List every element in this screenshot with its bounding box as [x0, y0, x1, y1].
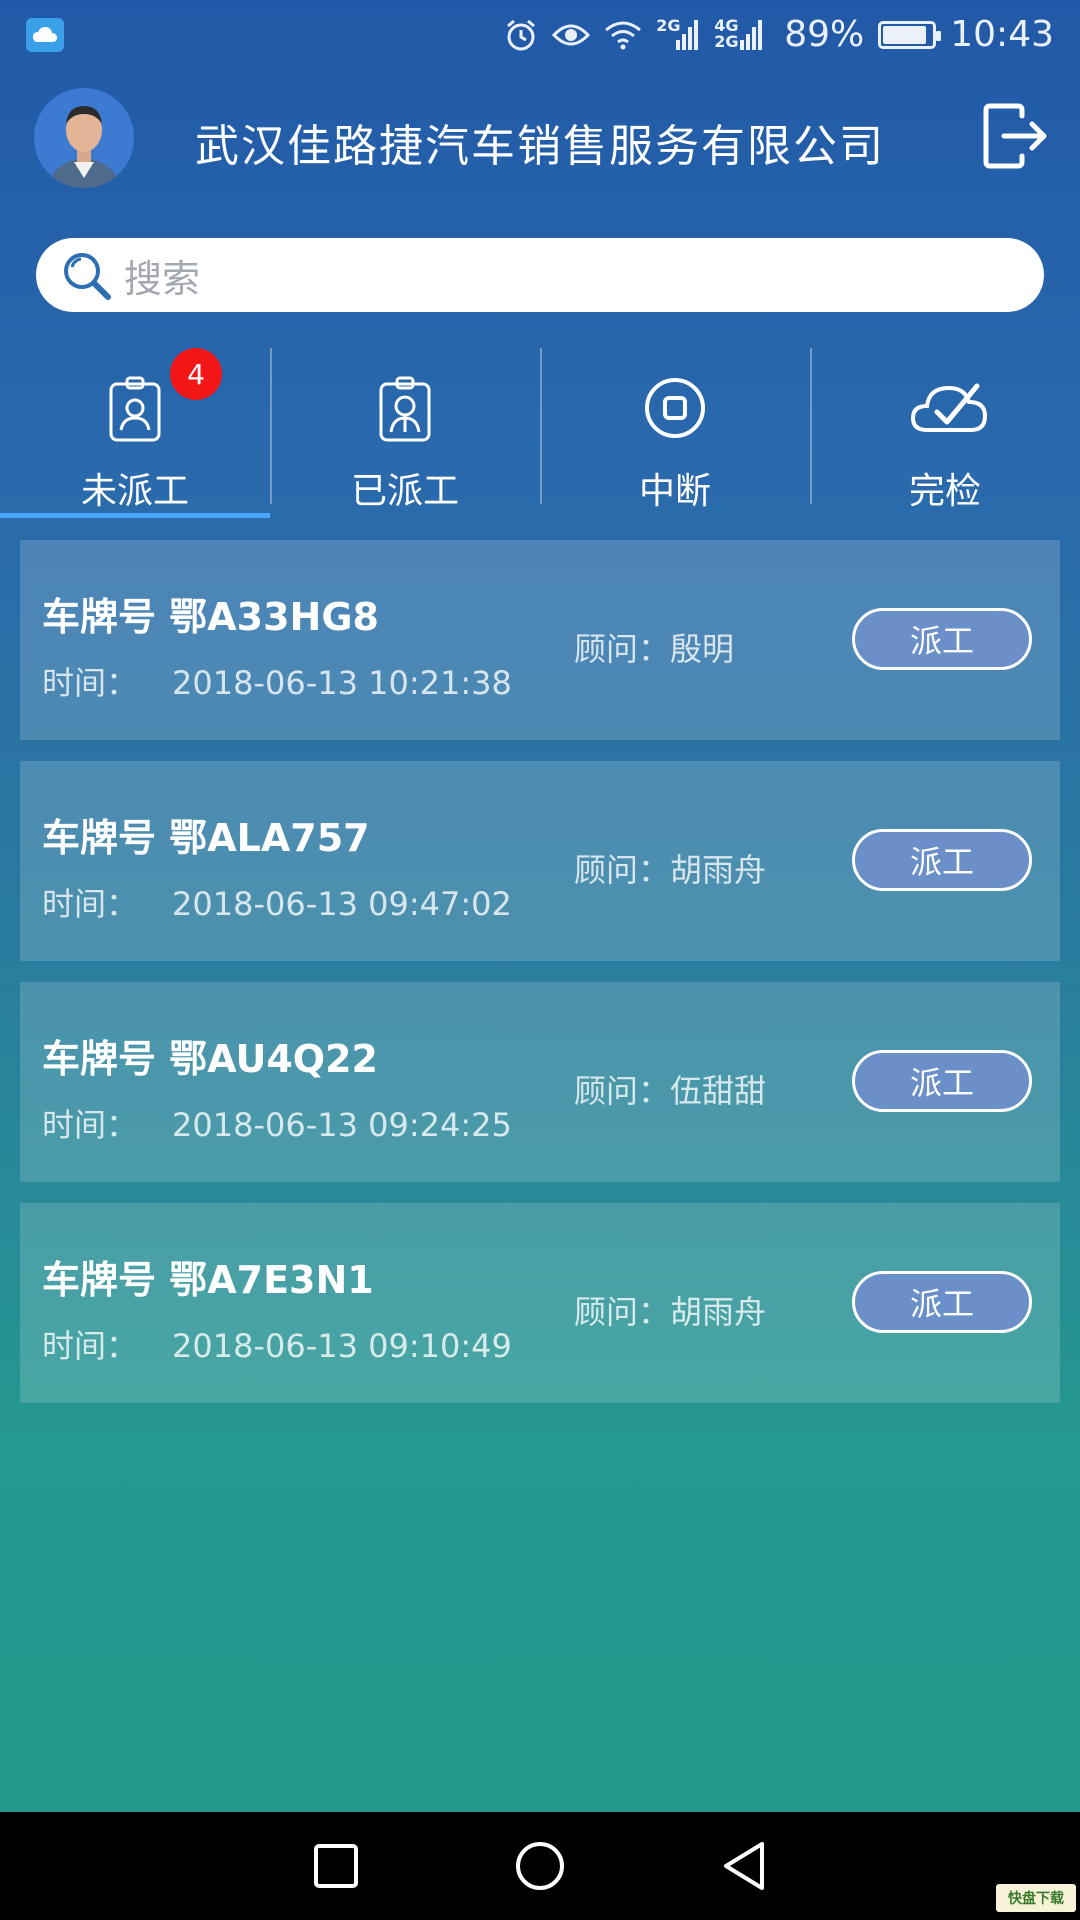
list-item[interactable]: 车牌号 鄂A33HG8 时间： 2018-06-13 10:21:38 顾问：殷明…: [20, 540, 1060, 740]
search-placeholder: 搜索: [124, 256, 201, 301]
logout-icon[interactable]: [982, 102, 1050, 170]
watermark: 快盘下载: [996, 1884, 1076, 1912]
order-list: 车牌号 鄂A33HG8 时间： 2018-06-13 10:21:38 顾问：殷明…: [20, 540, 1060, 1424]
id-badge-icon: [99, 372, 171, 444]
app-header: 武汉佳路捷汽车销售服务有限公司: [0, 82, 1080, 192]
plate-number: 车牌号 鄂AU4Q22: [42, 1037, 378, 1081]
search-input[interactable]: 搜索: [36, 238, 1044, 312]
dispatch-button[interactable]: 派工: [852, 829, 1032, 891]
advisor: 顾问：伍甜甜: [574, 1072, 767, 1110]
plate-number: 车牌号 鄂ALA757: [42, 816, 370, 860]
order-time: 时间： 2018-06-13 09:47:02: [42, 885, 512, 923]
search-icon: [60, 249, 112, 301]
network-type: 2G: [656, 15, 681, 35]
order-time: 时间： 2018-06-13 10:21:38: [42, 664, 512, 702]
dispatch-button[interactable]: 派工: [852, 608, 1032, 670]
navigation-bar: 快盘下载: [0, 1812, 1080, 1920]
advisor: 顾问：胡雨舟: [574, 1293, 767, 1331]
tab-dispatched[interactable]: 已派工: [270, 348, 540, 518]
status-tabs: 4 未派工 已派工 中断 完检: [0, 348, 1080, 518]
order-time: 时间： 2018-06-13 09:24:25: [42, 1106, 512, 1144]
status-bar: 2G 4G 2G 89% 10:43: [0, 0, 1080, 74]
tab-interrupted[interactable]: 中断: [540, 348, 810, 518]
dispatch-button[interactable]: 派工: [852, 1271, 1032, 1333]
tab-label: 已派工: [350, 471, 459, 512]
cloud-check-icon: [909, 372, 988, 444]
list-item[interactable]: 车牌号 鄂AU4Q22 时间： 2018-06-13 09:24:25 顾问：伍甜…: [20, 982, 1060, 1182]
eye-icon: [552, 21, 591, 49]
stop-circle-icon: [639, 372, 711, 444]
status-icons: 2G 4G 2G 89% 10:43: [504, 14, 1054, 55]
tab-undispatched[interactable]: 4 未派工: [0, 348, 270, 518]
tab-label: 中断: [638, 471, 711, 512]
tab-label: 未派工: [80, 471, 189, 512]
pending-count-badge: 4: [170, 348, 222, 400]
advisor: 顾问：殷明: [574, 630, 735, 668]
battery-level: [883, 25, 926, 44]
app-icon: [26, 18, 64, 52]
id-badge-person-icon: [369, 372, 441, 444]
avatar[interactable]: [34, 88, 134, 188]
tab-label: 完检: [908, 471, 981, 512]
signal-icon: 4G 2G: [714, 17, 770, 52]
active-tab-indicator: [0, 513, 270, 518]
advisor: 顾问：胡雨舟: [574, 851, 767, 889]
signal-icon: 2G: [656, 15, 700, 52]
tab-inspected[interactable]: 完检: [810, 348, 1080, 518]
company-name: 武汉佳路捷汽车销售服务有限公司: [195, 121, 885, 172]
battery-percent: 89%: [784, 14, 865, 55]
list-item[interactable]: 车牌号 鄂A7E3N1 时间： 2018-06-13 09:10:49 顾问：胡雨…: [20, 1203, 1060, 1403]
plate-number: 车牌号 鄂A7E3N1: [42, 1258, 374, 1302]
plate-number: 车牌号 鄂A33HG8: [42, 595, 379, 639]
home-circle-icon[interactable]: [513, 1839, 567, 1893]
order-time: 时间： 2018-06-13 09:10:49: [42, 1327, 512, 1365]
list-item[interactable]: 车牌号 鄂ALA757 时间： 2018-06-13 09:47:02 顾问：胡雨…: [20, 761, 1060, 961]
network-type: 2G: [714, 31, 739, 51]
clock: 10:43: [950, 14, 1054, 55]
alarm-icon: [504, 18, 538, 52]
recents-square-icon[interactable]: [309, 1839, 363, 1893]
back-triangle-icon[interactable]: [717, 1839, 771, 1893]
wifi-icon: [604, 20, 642, 50]
battery-icon: [878, 20, 942, 49]
dispatch-button[interactable]: 派工: [852, 1050, 1032, 1112]
